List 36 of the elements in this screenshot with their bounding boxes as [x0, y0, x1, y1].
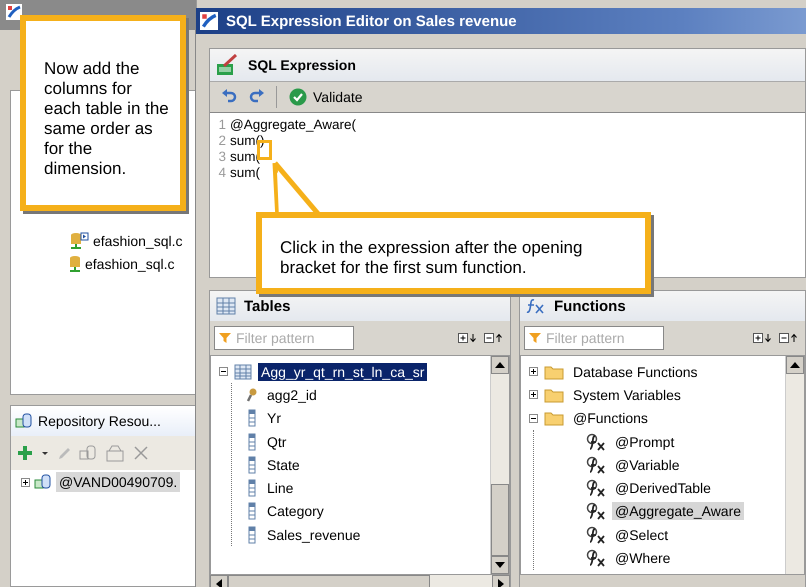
tree-item[interactable]: System Variables — [570, 386, 684, 404]
line-number: 4 — [217, 165, 226, 181]
filter-field[interactable]: Filter pattern — [524, 326, 664, 350]
panel-title: Functions — [554, 298, 626, 314]
tree-item[interactable]: Qtr — [264, 432, 290, 451]
tree-item[interactable]: Line — [264, 479, 296, 498]
validate-button[interactable]: Validate — [287, 86, 365, 108]
tree-item[interactable]: Category — [264, 502, 327, 520]
tree-item[interactable]: State — [264, 456, 303, 474]
code-line: @Aggregate_Aware( — [230, 117, 356, 133]
tree-item[interactable]: agg2_id — [264, 386, 320, 404]
filter-field[interactable]: Filter pattern — [214, 326, 354, 350]
section-title: SQL Expression — [248, 57, 356, 73]
line-number: 2 — [217, 133, 226, 149]
tree-item[interactable]: @Functions — [570, 409, 651, 428]
line-number: 1 — [217, 117, 226, 133]
tree-item[interactable]: Database Functions — [570, 362, 701, 381]
tree-item[interactable]: Agg_yr_qt_rn_st_ln_ca_sr — [258, 362, 428, 381]
tree-item[interactable]: Sales_revenue — [264, 526, 364, 544]
panel-title: Tables — [244, 298, 290, 314]
tree-item[interactable]: @Prompt — [612, 432, 678, 451]
tree-item[interactable]: @Aggregate_Aware — [612, 502, 744, 520]
tree-item[interactable]: Yr — [264, 409, 284, 428]
code-line: sum( — [230, 165, 260, 181]
tree-item[interactable]: @DerivedTable — [612, 479, 714, 498]
callout-text: Click in the expression after the opening bracket for the first sum function. — [280, 238, 582, 277]
tree-item[interactable]: @Variable — [612, 456, 683, 474]
window-title: SQL Expression Editor on Sales revenue — [226, 12, 517, 30]
line-number: 3 — [217, 149, 226, 165]
callout-text: Now add the columns for each table in the same order as for the dimension. — [44, 59, 169, 178]
tree-item[interactable]: efashion_sql.c — [85, 256, 175, 272]
tree-item[interactable]: @Where — [612, 549, 674, 568]
tree-item[interactable]: @VAND00490709. — [56, 472, 180, 492]
tree-item[interactable]: efashion_sql.c — [93, 232, 183, 248]
panel-title: Repository Resou... — [38, 413, 161, 429]
tree-item[interactable]: @Select — [612, 526, 672, 544]
